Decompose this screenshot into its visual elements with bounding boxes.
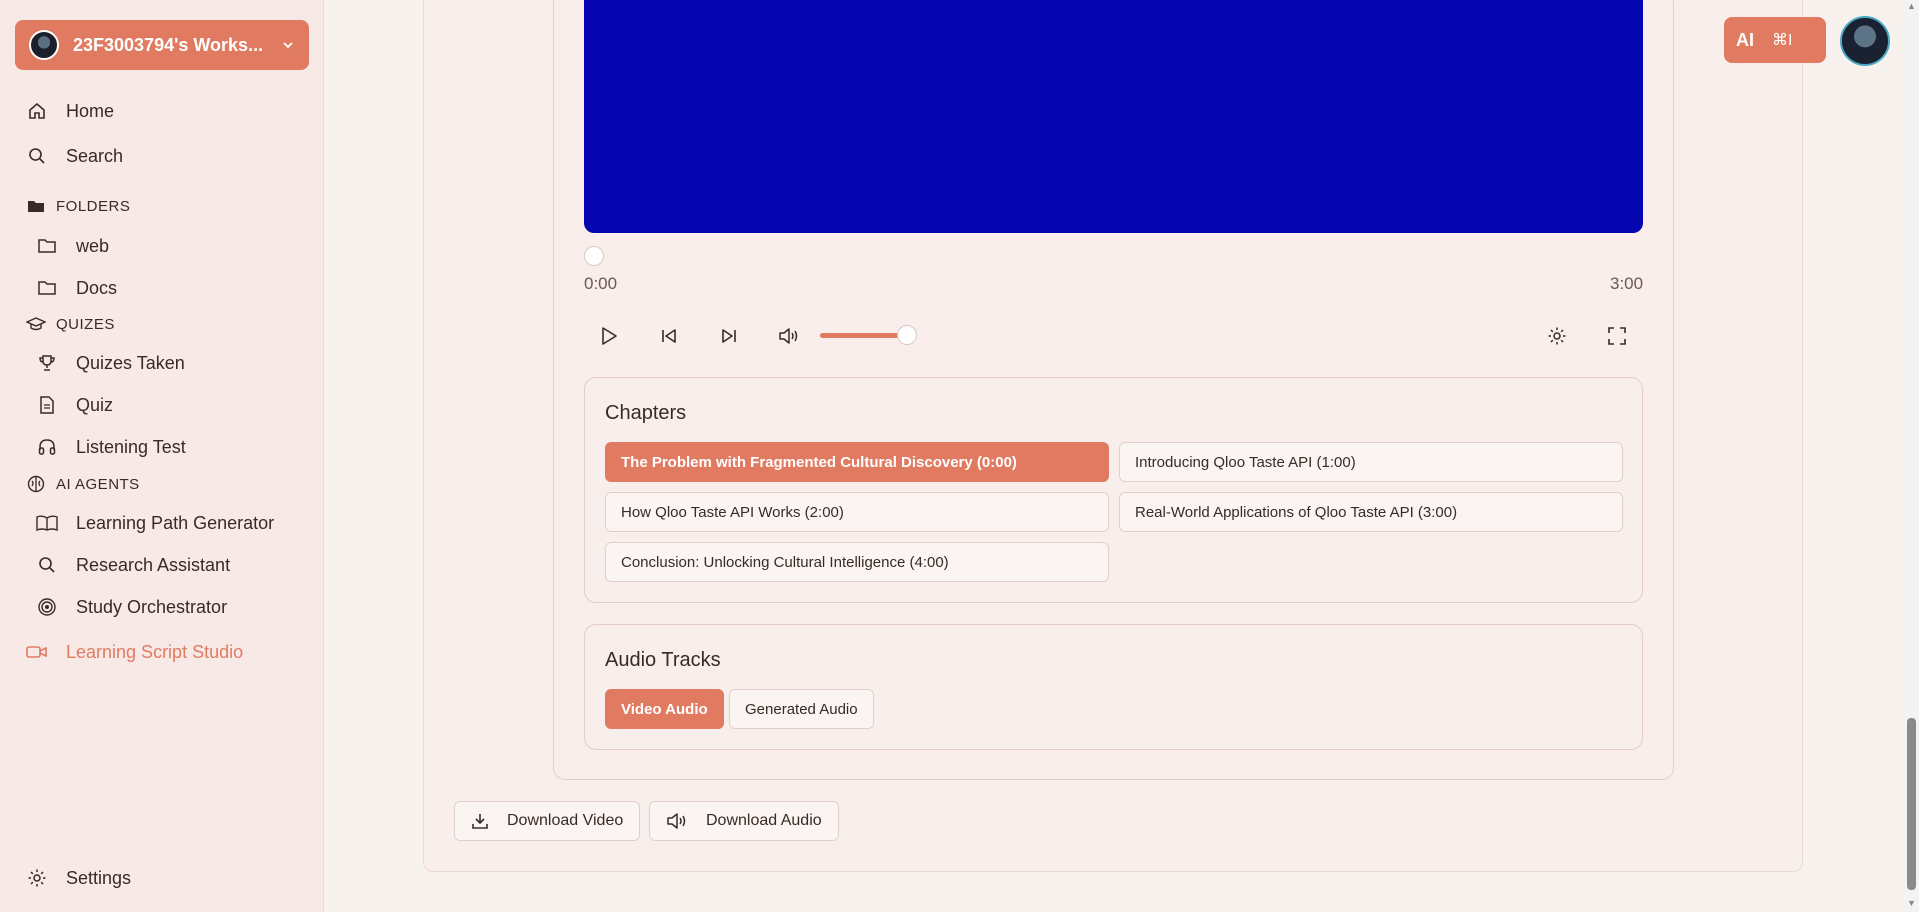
chapter-item[interactable]: The Problem with Fragmented Cultural Dis… (605, 442, 1109, 482)
brain-icon (26, 474, 46, 494)
sidebar-item-label: Home (66, 100, 115, 121)
sidebar-item-quizes-taken[interactable]: Quizes Taken (36, 352, 185, 374)
page-scrollbar[interactable]: ▲ ▼ (1904, 0, 1919, 912)
next-button[interactable] (716, 323, 742, 349)
graduation-cap-icon (26, 314, 46, 334)
ai-assistant-button[interactable]: AI ⌘I (1724, 17, 1826, 63)
quizes-section-header: QUIZES (26, 314, 115, 334)
sidebar-item-home[interactable]: Home (26, 100, 114, 122)
folders-section-header: FOLDERS (26, 196, 130, 216)
folder-icon (36, 235, 58, 257)
headphones-icon (36, 436, 58, 458)
search-icon (36, 554, 58, 576)
audio-track-generated-audio[interactable]: Generated Audio (729, 689, 874, 729)
volume-icon (666, 812, 688, 830)
audio-track-video-audio[interactable]: Video Audio (605, 689, 724, 729)
chapter-item[interactable]: Introducing Qloo Taste API (1:00) (1119, 442, 1623, 482)
download-video-button[interactable]: Download Video (454, 801, 641, 841)
sidebar-item-settings[interactable]: Settings (26, 867, 131, 889)
chapters-title: Chapters (605, 402, 687, 424)
trophy-icon (36, 352, 58, 374)
duration: 3:00 (1610, 274, 1644, 293)
search-icon (26, 145, 48, 167)
sidebar-item-learning-path-generator[interactable]: Learning Path Generator (36, 512, 274, 534)
current-time: 0:00 (584, 274, 618, 293)
play-button[interactable] (596, 323, 622, 349)
sidebar-item-search[interactable]: Search (26, 145, 123, 167)
download-icon (471, 812, 489, 830)
sidebar: 23F3003794's Works... Home Search FOLDER… (0, 0, 324, 912)
download-audio-button[interactable]: Download Audio (649, 801, 839, 841)
sidebar-item-study-orchestrator[interactable]: Study Orchestrator (36, 596, 227, 618)
sidebar-item-label: Search (66, 145, 124, 166)
volume-slider[interactable] (820, 333, 908, 338)
settings-gear-icon[interactable] (1544, 323, 1570, 349)
gear-icon (26, 867, 48, 889)
scroll-down-arrow-icon[interactable]: ▼ (1907, 899, 1916, 908)
document-icon (36, 394, 58, 416)
book-open-icon (36, 512, 58, 534)
sidebar-item-folder-web[interactable]: web (36, 235, 109, 257)
chapter-item[interactable]: How Qloo Taste API Works (2:00) (605, 492, 1109, 532)
chevron-down-icon (281, 38, 295, 52)
audio-tracks-title: Audio Tracks (605, 649, 721, 671)
fullscreen-icon[interactable] (1604, 323, 1630, 349)
scrollbar-thumb[interactable] (1907, 718, 1916, 890)
chapters-panel: Chapters The Problem with Fragmented Cul… (584, 377, 1643, 603)
video-frame[interactable] (584, 0, 1643, 233)
sidebar-item-learning-script-studio[interactable]: Learning Script Studio (26, 641, 243, 663)
sidebar-item-listening-test[interactable]: Listening Test (36, 436, 186, 458)
sidebar-item-research-assistant[interactable]: Research Assistant (36, 554, 230, 576)
audio-tracks-panel: Audio Tracks Video Audio Generated Audio (584, 624, 1643, 750)
chapter-item[interactable]: Conclusion: Unlocking Cultural Intellige… (605, 542, 1109, 582)
volume-slider-handle[interactable] (897, 325, 917, 345)
previous-button[interactable] (656, 323, 682, 349)
ai-agents-section-header: AI AGENTS (26, 474, 140, 494)
folder-filled-icon (26, 196, 46, 216)
video-camera-icon (26, 641, 48, 663)
sidebar-item-folder-docs[interactable]: Docs (36, 277, 117, 299)
volume-button[interactable] (776, 323, 802, 349)
target-icon (36, 596, 58, 618)
workspace-name: 23F3003794's Works... (73, 34, 264, 55)
home-icon (26, 100, 48, 122)
user-avatar[interactable] (1840, 16, 1890, 66)
chapter-item[interactable]: Real-World Applications of Qloo Taste AP… (1119, 492, 1623, 532)
sidebar-item-quiz[interactable]: Quiz (36, 394, 113, 416)
scroll-up-arrow-icon[interactable]: ▲ (1907, 2, 1916, 11)
workspace-switcher[interactable]: 23F3003794's Works... (15, 20, 309, 70)
folder-icon (36, 277, 58, 299)
workspace-avatar (29, 30, 59, 60)
seek-slider[interactable] (584, 246, 604, 266)
keyboard-shortcut: ⌘I (1772, 32, 1793, 49)
